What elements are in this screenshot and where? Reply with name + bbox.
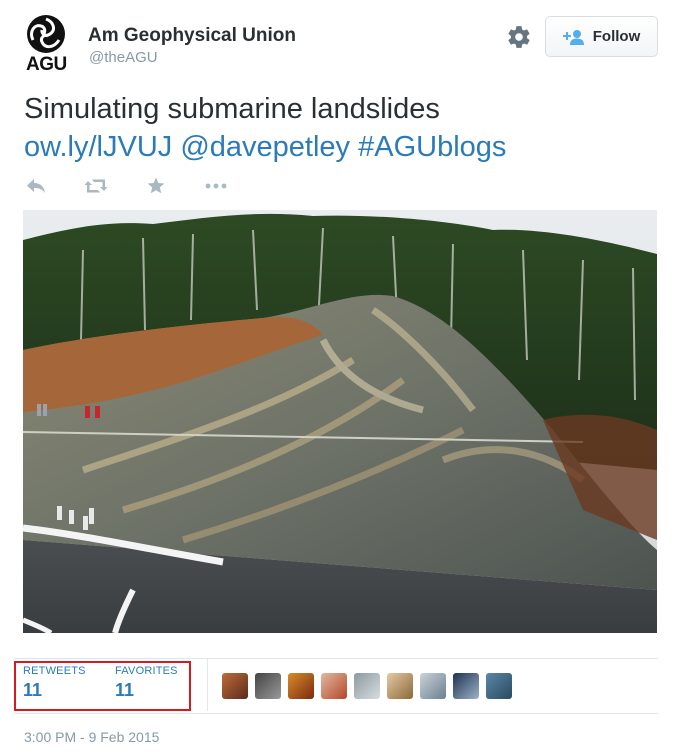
retweets-stat[interactable]: RETWEETS 11 <box>23 665 86 701</box>
add-user-icon <box>562 29 584 45</box>
retweet-icon[interactable] <box>84 174 108 198</box>
settings-gear-icon[interactable] <box>506 24 532 50</box>
avatar[interactable] <box>453 673 479 699</box>
retweets-count: 11 <box>23 680 43 700</box>
tweet-header: AGU Am Geophysical Union @theAGU Follow <box>24 14 658 78</box>
avatar[interactable] <box>420 673 446 699</box>
tweet-photo[interactable] <box>23 210 657 633</box>
tweet-text: Simulating submarine landslides ow.ly/lJ… <box>24 90 664 166</box>
favorites-stat[interactable]: FAVORITES 11 <box>115 665 178 701</box>
follow-button[interactable]: Follow <box>545 16 658 57</box>
logo-text: AGU <box>26 54 67 75</box>
favorite-icon[interactable] <box>144 174 168 198</box>
agu-logo[interactable]: AGU <box>24 14 74 75</box>
favorites-label: FAVORITES <box>115 665 178 677</box>
tweet-stats: RETWEETS 11 FAVORITES 11 <box>14 659 658 711</box>
avatar[interactable] <box>255 673 281 699</box>
tweet-timestamp[interactable]: 3:00 PM - 9 Feb 2015 <box>24 729 159 745</box>
avatar[interactable] <box>321 673 347 699</box>
favoriter-avatars <box>222 673 519 699</box>
avatar[interactable] <box>486 673 512 699</box>
tweet-hashtag[interactable]: #AGUblogs <box>358 131 506 163</box>
tweet-mention[interactable]: @davepetley <box>180 131 350 163</box>
tweet-actions <box>24 174 228 198</box>
follow-button-label: Follow <box>592 28 641 45</box>
stats-bottom-divider <box>14 713 658 714</box>
stats-separator <box>207 659 208 711</box>
avatar[interactable] <box>354 673 380 699</box>
more-icon[interactable] <box>204 174 228 198</box>
tweet-short-link[interactable]: ow.ly/lJVUJ <box>24 131 172 163</box>
tweet-body: Simulating submarine landslides <box>24 93 440 125</box>
account-name[interactable]: Am Geophysical Union <box>88 25 296 47</box>
reply-icon[interactable] <box>24 174 48 198</box>
agu-swirl-icon <box>27 15 65 53</box>
favorites-count: 11 <box>115 680 135 700</box>
retweets-label: RETWEETS <box>23 665 86 677</box>
avatar[interactable] <box>288 673 314 699</box>
avatar[interactable] <box>222 673 248 699</box>
avatar[interactable] <box>387 673 413 699</box>
account-handle[interactable]: @theAGU <box>89 49 158 66</box>
